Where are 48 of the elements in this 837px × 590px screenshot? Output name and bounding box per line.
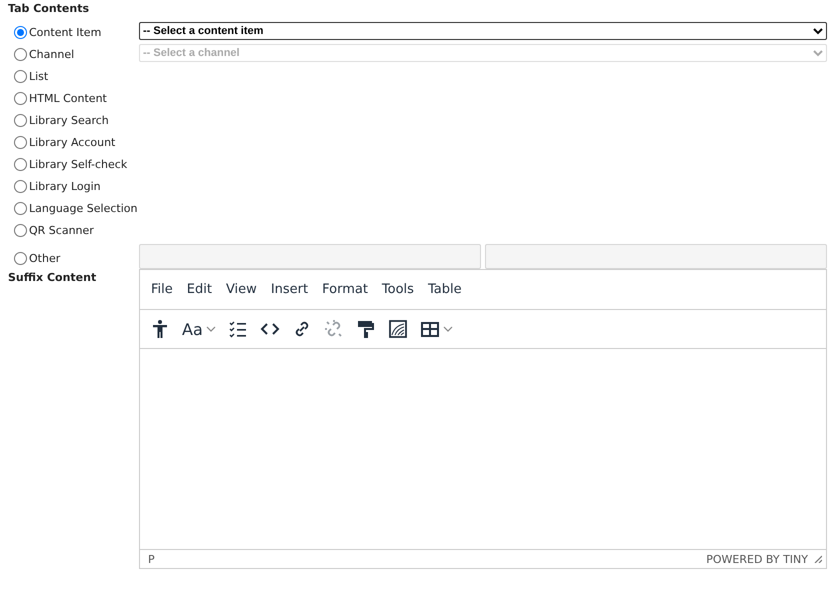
menu-item[interactable]: View — [220, 278, 263, 301]
section-heading: Suffix Content — [8, 270, 98, 286]
resize-handle-icon[interactable] — [814, 555, 822, 563]
dropdown[interactable]: -- Select a content item — [139, 22, 827, 40]
option-label: HTML Content — [29, 92, 107, 104]
option-label: Language Selection — [29, 202, 138, 214]
option-label: Library Self-check — [29, 158, 128, 170]
menu-item[interactable]: Table — [422, 278, 468, 301]
option-label: List — [29, 70, 48, 82]
radio-button[interactable] — [14, 114, 27, 126]
option-label: QR Scanner — [29, 224, 94, 236]
radio-button[interactable] — [14, 224, 27, 236]
radio-button[interactable] — [14, 158, 27, 170]
menu-item[interactable]: File — [145, 278, 179, 301]
radio-button[interactable] — [14, 136, 27, 148]
font-size-button[interactable]: Aa — [176, 315, 222, 343]
option-label: Library Search — [29, 114, 109, 126]
radio-button[interactable] — [14, 70, 27, 82]
person-icon — [150, 319, 170, 339]
input-field[interactable] — [139, 244, 481, 269]
caret-icon — [206, 326, 216, 332]
option-label: Channel — [29, 48, 74, 60]
table-icon — [420, 319, 440, 339]
radio-button[interactable] — [14, 48, 27, 60]
option-label: Library Account — [29, 136, 116, 148]
radio-button[interactable] — [14, 92, 27, 104]
section-heading: Tab Contents — [8, 2, 90, 16]
broken-link-icon — [324, 319, 344, 339]
element-path[interactable]: P — [148, 552, 155, 566]
radio-button[interactable] — [14, 26, 27, 38]
menu-item[interactable]: Insert — [264, 278, 314, 301]
checklist-icon — [228, 319, 248, 339]
option-label: Content Item — [29, 26, 102, 38]
menu-item[interactable]: Format — [316, 278, 374, 301]
radio-button[interactable] — [14, 202, 27, 214]
menu-item[interactable]: Edit — [180, 278, 218, 301]
chevron-icon — [813, 50, 823, 56]
option-label: Library Login — [29, 180, 101, 192]
branding-link[interactable]: POWERED BY TINY — [706, 552, 808, 566]
chevron-icon — [813, 28, 823, 34]
menu-item[interactable]: Tools — [376, 278, 420, 301]
option-label: Other — [29, 252, 60, 264]
caret-icon — [442, 326, 453, 332]
radio-button[interactable] — [14, 252, 27, 264]
radio-button[interactable] — [14, 180, 27, 192]
paint-roller-icon — [356, 319, 376, 339]
input-field[interactable] — [485, 244, 827, 269]
image-icon — [388, 319, 408, 339]
